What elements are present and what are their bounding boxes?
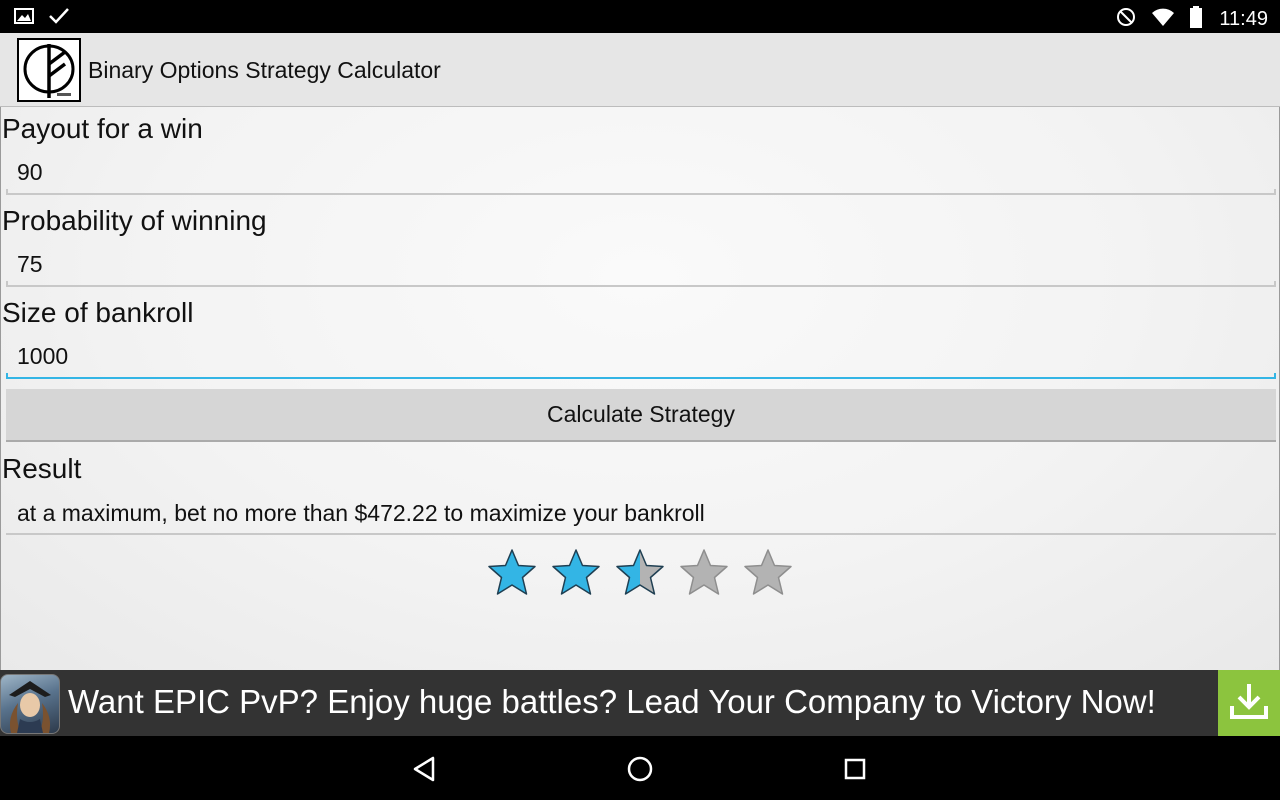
status-time: 11:49: [1219, 8, 1268, 30]
bankroll-field[interactable]: [6, 339, 1276, 379]
ad-thumbnail-image[interactable]: [0, 674, 60, 734]
rating-star-icon[interactable]: [742, 547, 794, 599]
status-left-icons: [14, 6, 70, 31]
payout-field[interactable]: [6, 155, 1276, 195]
back-icon[interactable]: [408, 752, 442, 786]
result-output: at a maximum, bet no more than $472.22 t…: [6, 497, 1276, 535]
bankroll-label: Size of bankroll: [2, 297, 194, 328]
probability-label: Probability of winning: [2, 205, 267, 236]
ad-banner[interactable]: Want EPIC PvP? Enjoy huge battles? Lead …: [0, 670, 1280, 736]
download-button[interactable]: [1218, 670, 1280, 736]
result-underline: [6, 533, 1276, 535]
probability-underline: [6, 281, 1276, 287]
download-icon: [1228, 680, 1270, 727]
probability-field[interactable]: [6, 247, 1276, 287]
bankroll-input[interactable]: [6, 339, 1276, 373]
ad-text[interactable]: Want EPIC PvP? Enjoy huge battles? Lead …: [68, 683, 1156, 721]
wifi-icon: [1151, 6, 1175, 33]
payout-label: Payout for a win: [2, 113, 203, 144]
home-icon[interactable]: [623, 752, 657, 786]
rating-bar[interactable]: [486, 547, 794, 599]
battery-icon: [1189, 5, 1203, 34]
rating-star-icon[interactable]: [550, 547, 602, 599]
rating-star-icon[interactable]: [614, 547, 666, 599]
status-right-icons: 11:49: [1115, 5, 1268, 34]
main-content: Payout for a win Probability of winning …: [0, 107, 1280, 670]
check-icon: [48, 6, 70, 31]
status-bar: 11:49: [0, 0, 1280, 33]
result-text: at a maximum, bet no more than $472.22 t…: [17, 500, 705, 526]
navigation-bar: [0, 736, 1280, 800]
calculate-strategy-button[interactable]: Calculate Strategy: [6, 389, 1276, 442]
app-logo-icon: [17, 38, 81, 102]
payout-underline: [6, 189, 1276, 195]
app-title: Binary Options Strategy Calculator: [88, 57, 441, 83]
bankroll-underline: [6, 373, 1276, 379]
recents-icon[interactable]: [838, 752, 872, 786]
payout-input[interactable]: [6, 155, 1276, 189]
action-bar: Binary Options Strategy Calculator: [0, 33, 1280, 107]
blocked-icon: [1115, 6, 1137, 33]
rating-star-icon[interactable]: [486, 547, 538, 599]
probability-input[interactable]: [6, 247, 1276, 281]
rating-star-icon[interactable]: [678, 547, 730, 599]
image-icon: [14, 6, 34, 31]
result-label: Result: [2, 453, 82, 484]
